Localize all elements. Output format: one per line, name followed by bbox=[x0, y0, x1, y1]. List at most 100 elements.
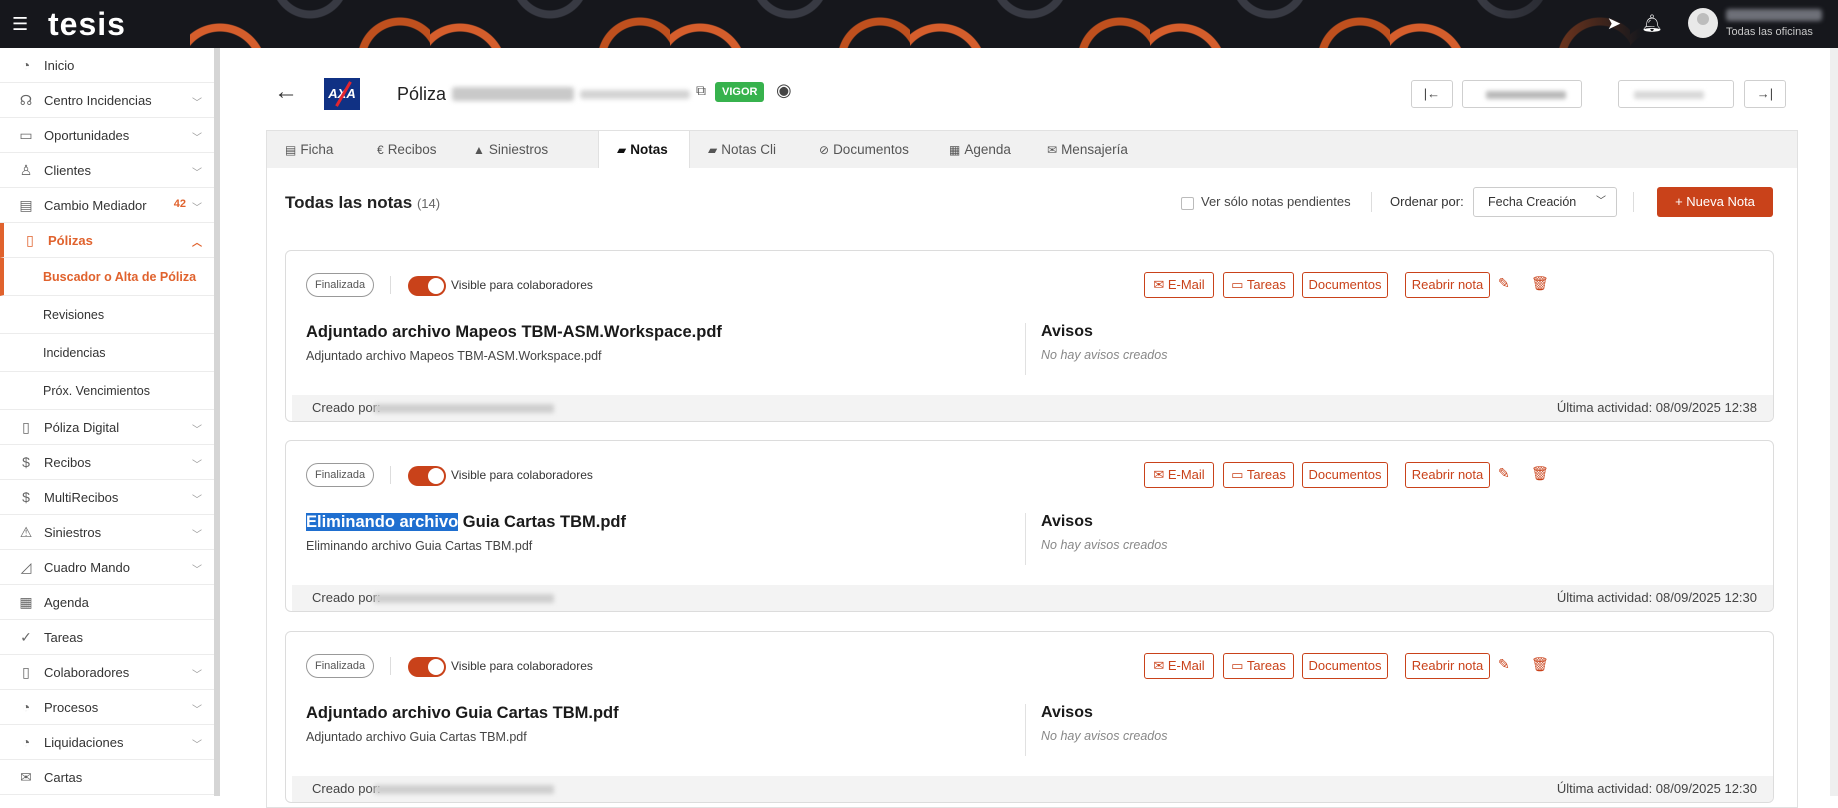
tube-icon: ▯ bbox=[22, 663, 30, 680]
visible-toggle[interactable] bbox=[408, 466, 446, 486]
tab-notas[interactable]: ▰ Notas bbox=[598, 131, 690, 170]
sidebar-item-oportunidades[interactable]: ▭ Oportunidades ﹀ bbox=[0, 118, 214, 153]
pending-only-label[interactable]: Ver sólo notas pendientes bbox=[1201, 194, 1351, 209]
sidebar-item-inicio[interactable]: ◔ Inicio bbox=[0, 48, 214, 83]
back-arrow-icon[interactable]: ← bbox=[274, 78, 298, 106]
note-card: Finalizada Visible para colaboradores ✉ … bbox=[285, 440, 1774, 612]
sidebar-item-procesos[interactable]: ◔ Procesos ﹀ bbox=[0, 690, 214, 725]
sidebar-item-label: Recibos bbox=[44, 454, 91, 470]
tab-mensajeria[interactable]: ✉ Mensajería bbox=[1047, 131, 1128, 169]
menu-toggle-icon[interactable]: ☰ bbox=[12, 14, 34, 34]
notes-panel: Todas las notas (14) Ver sólo notas pend… bbox=[266, 168, 1798, 808]
note-status-badge: Finalizada bbox=[306, 654, 375, 678]
check-icon: ✓ bbox=[20, 628, 32, 645]
created-by-label: Creado por: bbox=[312, 590, 381, 605]
trash-icon[interactable]: 🗑︎ bbox=[1531, 465, 1549, 482]
avatar[interactable] bbox=[1688, 8, 1718, 38]
sidebar-item-clientes[interactable]: ♙ Clientes ﹀ bbox=[0, 153, 214, 188]
sidebar-item-siniestros[interactable]: ⚠ Siniestros ﹀ bbox=[0, 515, 214, 550]
edit-icon[interactable]: ✎ bbox=[1498, 275, 1510, 292]
tasks-button[interactable]: ▭ Tareas bbox=[1223, 653, 1294, 679]
email-button[interactable]: ✉ E-Mail bbox=[1144, 462, 1214, 488]
comment-icon: ▰ bbox=[617, 143, 627, 157]
sidebar-subitem-vencimientos[interactable]: Próx. Vencimientos bbox=[0, 372, 214, 410]
count-badge: 42 bbox=[173, 198, 186, 210]
sidebar-item-recibos[interactable]: $ Recibos ﹀ bbox=[0, 445, 214, 480]
warning-icon: ▲ bbox=[473, 143, 485, 157]
tab-agenda[interactable]: ▦ Agenda bbox=[949, 131, 1011, 169]
sidebar-item-cambio-mediador[interactable]: ▤ Cambio Mediador 42 ﹀ bbox=[0, 188, 214, 223]
briefcase-icon: ▤ bbox=[19, 196, 33, 213]
sidebar-item-agenda[interactable]: ▦ Agenda bbox=[0, 585, 214, 620]
tasks-button[interactable]: ▭ Tareas bbox=[1223, 272, 1294, 298]
new-note-button[interactable]: + Nueva Nota bbox=[1657, 187, 1773, 217]
tab-documentos[interactable]: ⊘ Documentos bbox=[819, 131, 909, 169]
tab-ficha[interactable]: ▤ Ficha bbox=[285, 131, 333, 169]
send-icon[interactable]: ➤ bbox=[1602, 12, 1626, 36]
reopen-note-button[interactable]: Reabrir nota bbox=[1405, 462, 1490, 488]
email-button[interactable]: ✉ E-Mail bbox=[1144, 653, 1214, 679]
tasks-button[interactable]: ▭ Tareas bbox=[1223, 462, 1294, 488]
page-scrollbar[interactable] bbox=[1830, 48, 1838, 796]
sidebar-subitem-revisiones[interactable]: Revisiones bbox=[0, 296, 214, 334]
edit-icon[interactable]: ✎ bbox=[1498, 656, 1510, 673]
chevron-down-icon: ﹀ bbox=[1596, 196, 1606, 207]
visible-toggle[interactable] bbox=[408, 276, 446, 296]
chevron-down-icon: ﹀ bbox=[192, 460, 202, 471]
sidebar-item-label: Siniestros bbox=[44, 524, 102, 540]
folder-icon: ▭ bbox=[19, 126, 33, 143]
sidebar-subitem-incidencias[interactable]: Incidencias bbox=[0, 334, 214, 372]
note-status-badge: Finalizada bbox=[306, 463, 375, 487]
sidebar-subitem-buscador[interactable]: Buscador o Alta de Póliza bbox=[0, 258, 214, 296]
sidebar-item-label: Pólizas bbox=[48, 232, 93, 248]
tab-recibos[interactable]: € Recibos bbox=[377, 131, 436, 169]
chevron-down-icon: ﹀ bbox=[192, 425, 202, 436]
documents-button[interactable]: Documentos bbox=[1302, 462, 1388, 488]
documents-button[interactable]: Documentos bbox=[1302, 653, 1388, 679]
reopen-note-button[interactable]: Reabrir nota bbox=[1405, 272, 1490, 298]
sidebar-item-liquidaciones[interactable]: ◔ Liquidaciones ﹀ bbox=[0, 725, 214, 760]
copy-icon[interactable]: ⧉ bbox=[696, 82, 706, 99]
sidebar-item-centro-incidencias[interactable]: ☊ Centro Incidencias ﹀ bbox=[0, 83, 214, 118]
tab-notas-cli[interactable]: ▰ Notas Cli bbox=[708, 131, 776, 169]
trash-icon[interactable]: 🗑︎ bbox=[1531, 275, 1549, 292]
sidebar-item-colaboradores[interactable]: ▯ Colaboradores ﹀ bbox=[0, 655, 214, 690]
note-footer: Creado por: Última actividad: 08/09/2025… bbox=[292, 776, 1773, 802]
app-logo[interactable]: tesis bbox=[48, 6, 126, 43]
eye-icon[interactable]: ◉ bbox=[776, 80, 792, 101]
chevron-down-icon: ﹀ bbox=[192, 495, 202, 506]
avisos-empty: No hay avisos creados bbox=[1041, 729, 1168, 743]
trash-icon[interactable]: 🗑︎ bbox=[1531, 656, 1549, 673]
sidebar-item-cuadro-mando[interactable]: ◿ Cuadro Mando ﹀ bbox=[0, 550, 214, 585]
documents-button[interactable]: Documentos bbox=[1302, 272, 1388, 298]
insurer-logo: AXA bbox=[324, 78, 360, 110]
user-name-blurred[interactable] bbox=[1726, 9, 1822, 21]
tab-siniestros[interactable]: ▲ Siniestros bbox=[473, 131, 548, 169]
sidebar-subitem-label: Buscador o Alta de Póliza bbox=[43, 269, 197, 284]
order-label: Ordenar por: bbox=[1390, 194, 1464, 209]
tablet-icon: ▯ bbox=[22, 418, 30, 435]
chevron-down-icon: ﹀ bbox=[192, 530, 202, 541]
sidebar-item-label: Inicio bbox=[44, 57, 75, 73]
last-record-button[interactable]: →| bbox=[1744, 80, 1786, 108]
sidebar-item-poliza-digital[interactable]: ▯ Póliza Digital ﹀ bbox=[0, 410, 214, 445]
office-selector[interactable]: Todas las oficinas bbox=[1726, 26, 1813, 38]
edit-icon[interactable]: ✎ bbox=[1498, 465, 1510, 482]
tablet-icon: ▯ bbox=[26, 231, 34, 248]
sidebar-item-polizas[interactable]: ▯ Pólizas ︿ bbox=[0, 223, 214, 258]
first-record-button[interactable]: |← bbox=[1411, 80, 1453, 108]
sidebar-item-cartas[interactable]: ✉ Cartas bbox=[0, 760, 214, 795]
bell-icon[interactable]: 🔔︎ bbox=[1640, 12, 1664, 36]
order-select[interactable]: Fecha Creación ﹀ bbox=[1473, 187, 1617, 217]
chevron-down-icon: ﹀ bbox=[192, 740, 202, 751]
chevron-down-icon: ﹀ bbox=[192, 168, 202, 179]
email-button[interactable]: ✉ E-Mail bbox=[1144, 272, 1214, 298]
visible-toggle[interactable] bbox=[408, 657, 446, 677]
sidebar-item-label: Cartas bbox=[44, 769, 83, 785]
note-description: Adjuntado archivo Guia Cartas TBM.pdf bbox=[306, 730, 527, 744]
sidebar-item-tareas[interactable]: ✓ Tareas bbox=[0, 620, 214, 655]
sidebar-item-multirecibos[interactable]: $ MultiRecibos ﹀ bbox=[0, 480, 214, 515]
reopen-note-button[interactable]: Reabrir nota bbox=[1405, 653, 1490, 679]
pending-only-checkbox[interactable] bbox=[1181, 197, 1194, 210]
chart-icon: ◿ bbox=[20, 558, 32, 575]
